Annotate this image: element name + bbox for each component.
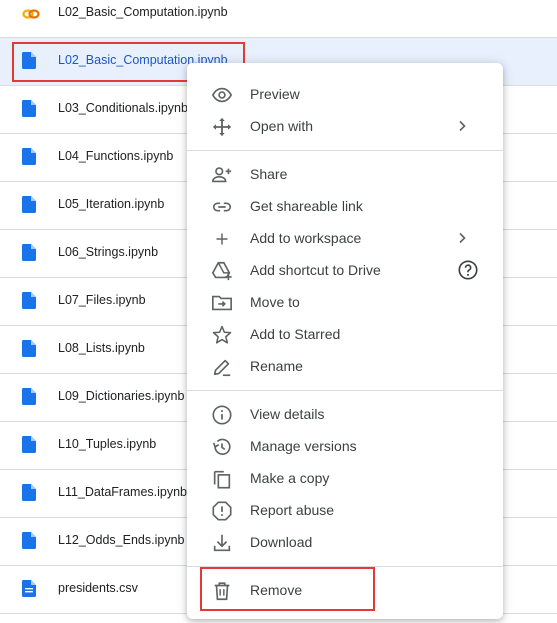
menu-item-label: Share: [250, 166, 288, 182]
trash-icon: [211, 580, 233, 602]
eye-icon: [211, 84, 233, 106]
menu-item-label: Add shortcut to Drive: [250, 262, 381, 278]
file-name: L05_Iteration.ipynb: [58, 197, 165, 211]
text-document-icon: [22, 580, 38, 598]
document-icon: [22, 340, 38, 358]
document-icon: [22, 52, 38, 70]
file-name: L04_Functions.ipynb: [58, 149, 174, 163]
menu-item-share[interactable]: Share: [187, 158, 503, 190]
menu-item-preview[interactable]: Preview: [187, 78, 503, 110]
menu-item-add-starred[interactable]: Add to Starred: [187, 318, 503, 350]
plus-icon: [211, 228, 233, 250]
menu-item-label: Preview: [250, 86, 300, 102]
link-icon: [211, 196, 233, 218]
file-name: L03_Conditionals.ipynb: [58, 101, 188, 115]
colab-icon: [22, 4, 40, 22]
file-name: L08_Lists.ipynb: [58, 341, 145, 355]
menu-divider: [187, 150, 503, 151]
menu-divider: [187, 390, 503, 391]
menu-item-manage-versions[interactable]: Manage versions: [187, 430, 503, 462]
file-name: L02_Basic_Computation.ipynb: [58, 5, 228, 19]
menu-item-label: Add to Starred: [250, 326, 341, 342]
menu-item-label: Get shareable link: [250, 198, 363, 214]
context-menu: Preview Open with Share Get shareable li…: [187, 63, 503, 619]
menu-item-make-copy[interactable]: Make a copy: [187, 462, 503, 494]
file-name: L11_DataFrames.ipynb: [58, 485, 188, 499]
menu-item-get-link[interactable]: Get shareable link: [187, 190, 503, 222]
drive-shortcut-icon: [211, 260, 233, 282]
menu-item-view-details[interactable]: View details: [187, 398, 503, 430]
folder-move-icon: [211, 292, 233, 314]
menu-item-add-shortcut[interactable]: Add shortcut to Drive: [187, 254, 503, 286]
chevron-right-icon: [455, 119, 469, 133]
pencil-icon: [211, 356, 233, 378]
menu-item-label: Move to: [250, 294, 300, 310]
menu-item-add-workspace[interactable]: Add to workspace: [187, 222, 503, 254]
menu-item-download[interactable]: Download: [187, 526, 503, 558]
add-person-icon: [211, 164, 233, 186]
star-icon: [211, 324, 233, 346]
file-row[interactable]: L02_Basic_Computation.ipynb: [0, 0, 557, 38]
document-icon: [22, 484, 38, 502]
move-arrows-icon: [211, 116, 233, 138]
document-icon: [22, 196, 38, 214]
file-name: L07_Files.ipynb: [58, 293, 146, 307]
menu-item-label: Make a copy: [250, 470, 330, 486]
file-name: L12_Odds_Ends.ipynb: [58, 533, 185, 547]
menu-item-open-with[interactable]: Open with: [187, 110, 503, 142]
file-name: presidents.csv: [58, 581, 138, 595]
history-icon: [211, 436, 233, 458]
document-icon: [22, 148, 38, 166]
menu-item-label: Report abuse: [250, 502, 335, 518]
document-icon: [22, 532, 38, 550]
download-icon: [211, 532, 233, 554]
menu-divider: [187, 566, 503, 567]
document-icon: [22, 292, 38, 310]
document-icon: [22, 100, 38, 118]
menu-item-move-to[interactable]: Move to: [187, 286, 503, 318]
menu-item-label: Add to workspace: [250, 230, 362, 246]
menu-item-label: Download: [250, 534, 313, 550]
menu-item-label: Rename: [250, 358, 303, 374]
document-icon: [22, 388, 38, 406]
menu-item-label: Manage versions: [250, 438, 357, 454]
file-name: L09_Dictionaries.ipynb: [58, 389, 185, 403]
menu-item-report-abuse[interactable]: Report abuse: [187, 494, 503, 526]
menu-item-label: Open with: [250, 118, 314, 134]
document-icon: [22, 244, 38, 262]
menu-item-label: View details: [250, 406, 325, 422]
document-icon: [22, 436, 38, 454]
help-icon[interactable]: [457, 259, 479, 281]
chevron-right-icon: [455, 231, 469, 245]
report-icon: [211, 500, 233, 522]
menu-item-remove[interactable]: Remove: [187, 574, 503, 606]
file-name: L10_Tuples.ipynb: [58, 437, 157, 451]
copy-icon: [211, 468, 233, 490]
file-name: L06_Strings.ipynb: [58, 245, 159, 259]
menu-item-label: Remove: [250, 582, 303, 598]
menu-item-rename[interactable]: Rename: [187, 350, 503, 382]
info-icon: [211, 404, 233, 426]
